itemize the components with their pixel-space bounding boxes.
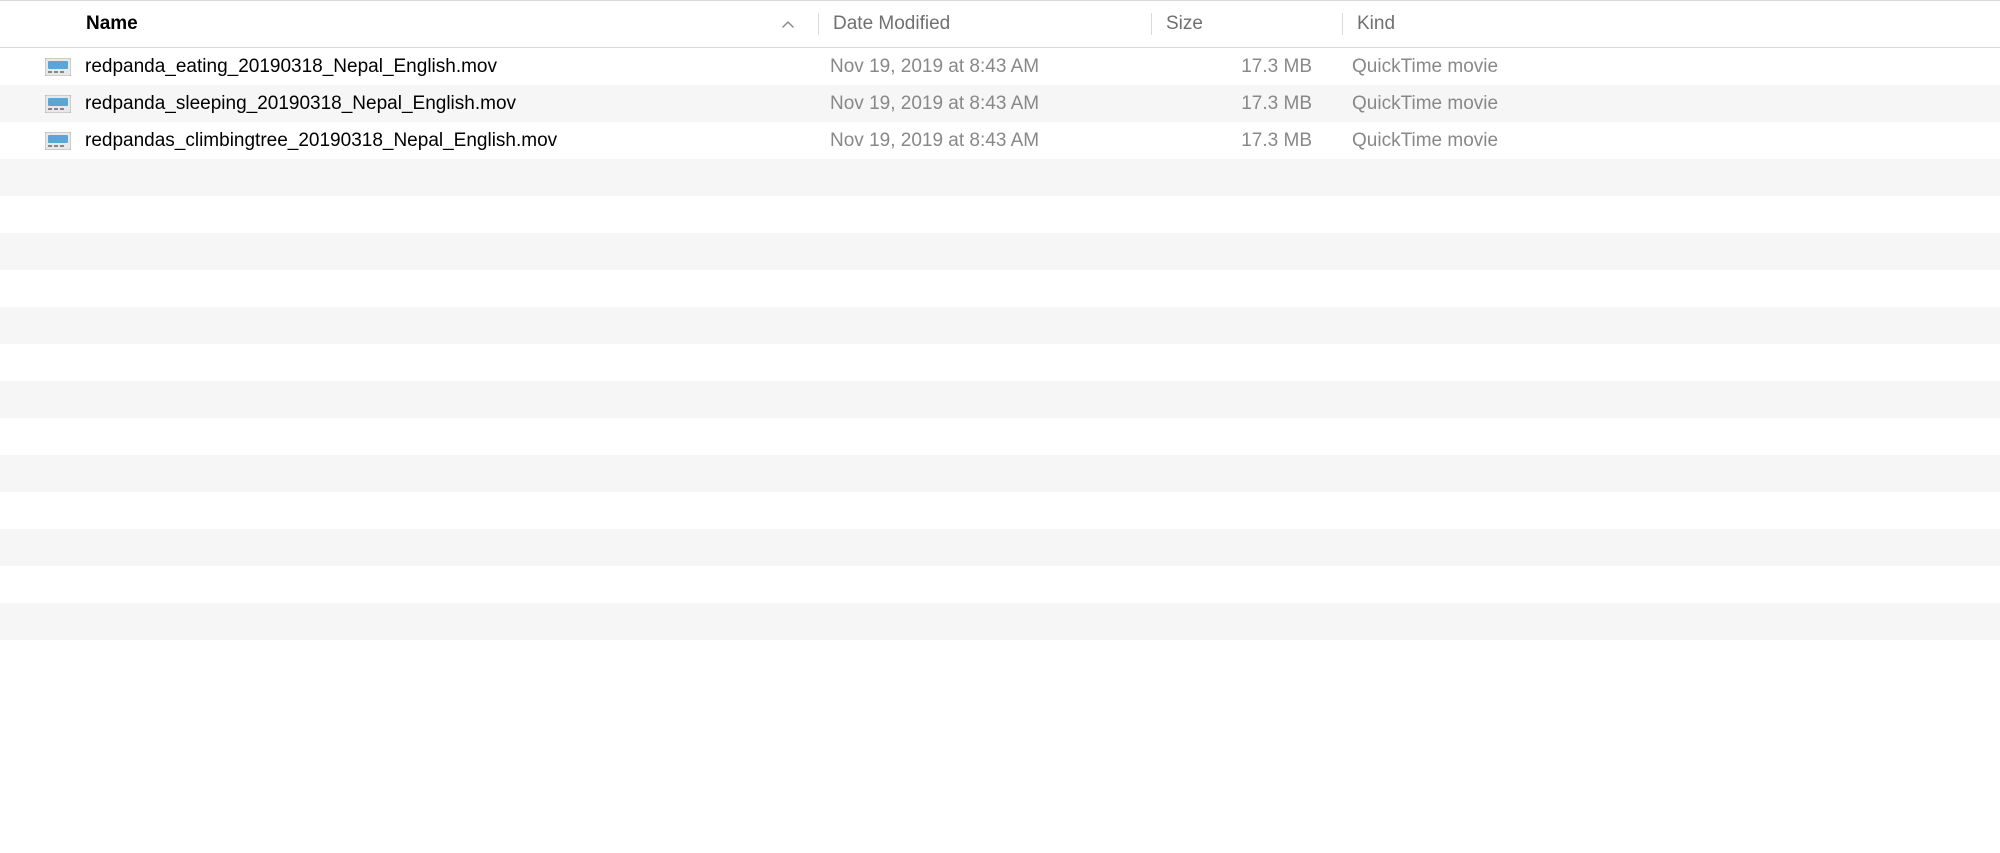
table-row[interactable]: redpandas_climbingtree_20190318_Nepal_En… <box>0 122 2000 159</box>
empty-row <box>0 566 2000 603</box>
file-name: redpanda_sleeping_20190318_Nepal_English… <box>85 93 830 115</box>
file-kind: QuickTime movie <box>1352 93 2000 115</box>
movie-file-icon <box>45 58 71 76</box>
empty-row <box>0 603 2000 640</box>
file-kind: QuickTime movie <box>1352 56 2000 78</box>
file-size: 17.3 MB <box>1162 93 1352 115</box>
column-header-name-label: Name <box>86 13 138 35</box>
empty-row <box>0 455 2000 492</box>
column-header-size-label: Size <box>1166 13 1203 35</box>
column-header-kind[interactable]: Kind <box>1343 1 2000 47</box>
file-date-modified: Nov 19, 2019 at 8:43 AM <box>830 56 1162 78</box>
column-header-name[interactable]: Name <box>0 1 818 47</box>
sort-ascending-icon <box>782 16 804 32</box>
file-name: redpandas_climbingtree_20190318_Nepal_En… <box>85 130 830 152</box>
table-row[interactable]: redpanda_eating_20190318_Nepal_English.m… <box>0 48 2000 85</box>
file-name: redpanda_eating_20190318_Nepal_English.m… <box>85 56 830 78</box>
column-header-date[interactable]: Date Modified <box>819 1 1151 47</box>
empty-row <box>0 529 2000 566</box>
movie-file-icon <box>45 132 71 150</box>
file-size: 17.3 MB <box>1162 56 1352 78</box>
table-row[interactable]: redpanda_sleeping_20190318_Nepal_English… <box>0 85 2000 122</box>
empty-row <box>0 381 2000 418</box>
empty-row <box>0 640 2000 677</box>
file-size: 17.3 MB <box>1162 130 1352 152</box>
empty-row <box>0 159 2000 196</box>
column-header-size[interactable]: Size <box>1152 1 1342 47</box>
file-browser: Name Date Modified Size Kind redpanda_ea… <box>0 0 2000 677</box>
empty-row <box>0 418 2000 455</box>
empty-row <box>0 270 2000 307</box>
file-list: redpanda_eating_20190318_Nepal_English.m… <box>0 48 2000 677</box>
movie-file-icon <box>45 95 71 113</box>
empty-row <box>0 196 2000 233</box>
column-header-row: Name Date Modified Size Kind <box>0 0 2000 48</box>
column-header-date-label: Date Modified <box>833 13 950 35</box>
file-date-modified: Nov 19, 2019 at 8:43 AM <box>830 130 1162 152</box>
file-date-modified: Nov 19, 2019 at 8:43 AM <box>830 93 1162 115</box>
file-kind: QuickTime movie <box>1352 130 2000 152</box>
empty-row <box>0 233 2000 270</box>
column-header-kind-label: Kind <box>1357 13 1395 35</box>
empty-row <box>0 307 2000 344</box>
empty-row <box>0 492 2000 529</box>
empty-row <box>0 344 2000 381</box>
